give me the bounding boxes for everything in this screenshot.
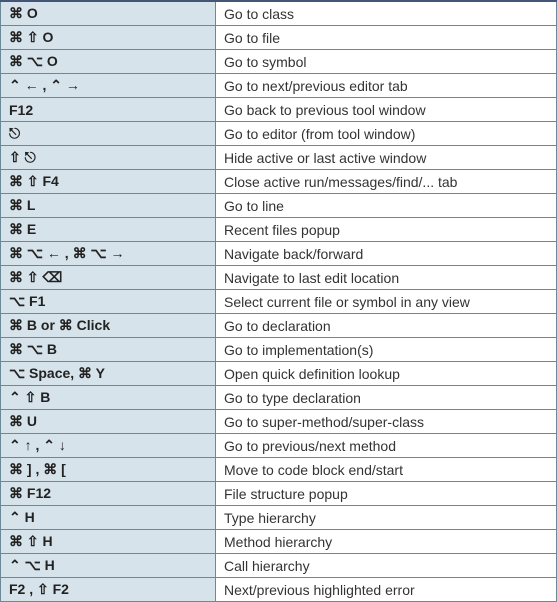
description-cell: Go to declaration [216,314,557,338]
description-cell: Go to symbol [216,50,557,74]
table-row: ⌘ ⌥ OGo to symbol [1,50,557,74]
table-row: ⌥ F1Select current file or symbol in any… [1,290,557,314]
shortcut-cell: ⌥ F1 [1,290,216,314]
description-cell: Recent files popup [216,218,557,242]
table-row: ⌘ LGo to line [1,194,557,218]
description-cell: Call hierarchy [216,554,557,578]
description-cell: Go to editor (from tool window) [216,122,557,146]
description-cell: Go to file [216,26,557,50]
shortcut-cell: ⌘ E [1,218,216,242]
description-cell: Method hierarchy [216,530,557,554]
table-row: ⌘ ⇧ ⌫Navigate to last edit location [1,266,557,290]
table-row: ⌘ ⇧ HMethod hierarchy [1,530,557,554]
shortcut-cell: ⌘ F12 [1,482,216,506]
shortcut-cell: ⌘ ⌥ B [1,338,216,362]
shortcut-cell: ⌘ O [1,1,216,26]
table-row: ⌘ OGo to class [1,1,557,26]
description-cell: Go to implementation(s) [216,338,557,362]
table-row: F12Go back to previous tool window [1,98,557,122]
description-cell: Go to class [216,1,557,26]
table-row: ⌘ UGo to super-method/super-class [1,410,557,434]
shortcut-cell: ⌘ ⇧ F4 [1,170,216,194]
table-row: ⇧ ⎋Hide active or last active window [1,146,557,170]
table-row: ⌘ ⇧ F4Close active run/messages/find/...… [1,170,557,194]
shortcut-cell: ⌘ ⇧ ⌫ [1,266,216,290]
shortcut-cell: ⌃ H [1,506,216,530]
table-row: F2 , ⇧ F2Next/previous highlighted error [1,578,557,602]
shortcut-cell: F2 , ⇧ F2 [1,578,216,602]
shortcut-cell: ⌘ L [1,194,216,218]
table-row: ⎋Go to editor (from tool window) [1,122,557,146]
description-cell: Move to code block end/start [216,458,557,482]
table-row: ⌘ ⇧ OGo to file [1,26,557,50]
description-cell: Go to previous/next method [216,434,557,458]
shortcut-cell: ⇧ ⎋ [1,146,216,170]
shortcut-cell: ⌘ ] , ⌘ [ [1,458,216,482]
description-cell: Open quick definition lookup [216,362,557,386]
shortcut-cell: ⌃ ↑ , ⌃ ↓ [1,434,216,458]
shortcut-cell: ⌃ ⌥ H [1,554,216,578]
shortcut-cell: ⌥ Space, ⌘ Y [1,362,216,386]
description-cell: Select current file or symbol in any vie… [216,290,557,314]
shortcut-cell: ⌘ ⇧ O [1,26,216,50]
shortcut-cell: ⌘ ⇧ H [1,530,216,554]
table-row: ⌘ ⌥ ← , ⌘ ⌥ →Navigate back/forward [1,242,557,266]
table-row: ⌘ ⌥ BGo to implementation(s) [1,338,557,362]
table-row: ⌘ F12File structure popup [1,482,557,506]
description-cell: Go back to previous tool window [216,98,557,122]
description-cell: Next/previous highlighted error [216,578,557,602]
shortcut-cell: ⌃ ⇧ B [1,386,216,410]
shortcut-cell: ⌘ ⌥ ← , ⌘ ⌥ → [1,242,216,266]
table-row: ⌃ ⇧ BGo to type declaration [1,386,557,410]
table-row: ⌘ ] , ⌘ [Move to code block end/start [1,458,557,482]
description-cell: Go to type declaration [216,386,557,410]
table-row: ⌃ ← , ⌃ →Go to next/previous editor tab [1,74,557,98]
description-cell: Navigate back/forward [216,242,557,266]
table-row: ⌘ B or ⌘ ClickGo to declaration [1,314,557,338]
shortcut-cell: ⌘ ⌥ O [1,50,216,74]
table-row: ⌘ ERecent files popup [1,218,557,242]
description-cell: Type hierarchy [216,506,557,530]
shortcut-cell: F12 [1,98,216,122]
description-cell: Go to line [216,194,557,218]
table-row: ⌥ Space, ⌘ YOpen quick definition lookup [1,362,557,386]
shortcut-cell: ⌃ ← , ⌃ → [1,74,216,98]
shortcut-cell: ⌘ B or ⌘ Click [1,314,216,338]
shortcuts-table: ⌘ OGo to class⌘ ⇧ OGo to file⌘ ⌥ OGo to … [0,0,557,602]
table-row: ⌃ ↑ , ⌃ ↓Go to previous/next method [1,434,557,458]
description-cell: Navigate to last edit location [216,266,557,290]
shortcut-cell: ⌘ U [1,410,216,434]
description-cell: Go to super-method/super-class [216,410,557,434]
table-row: ⌃ ⌥ HCall hierarchy [1,554,557,578]
description-cell: File structure popup [216,482,557,506]
table-row: ⌃ HType hierarchy [1,506,557,530]
description-cell: Close active run/messages/find/... tab [216,170,557,194]
shortcut-cell: ⎋ [1,122,216,146]
description-cell: Hide active or last active window [216,146,557,170]
description-cell: Go to next/previous editor tab [216,74,557,98]
